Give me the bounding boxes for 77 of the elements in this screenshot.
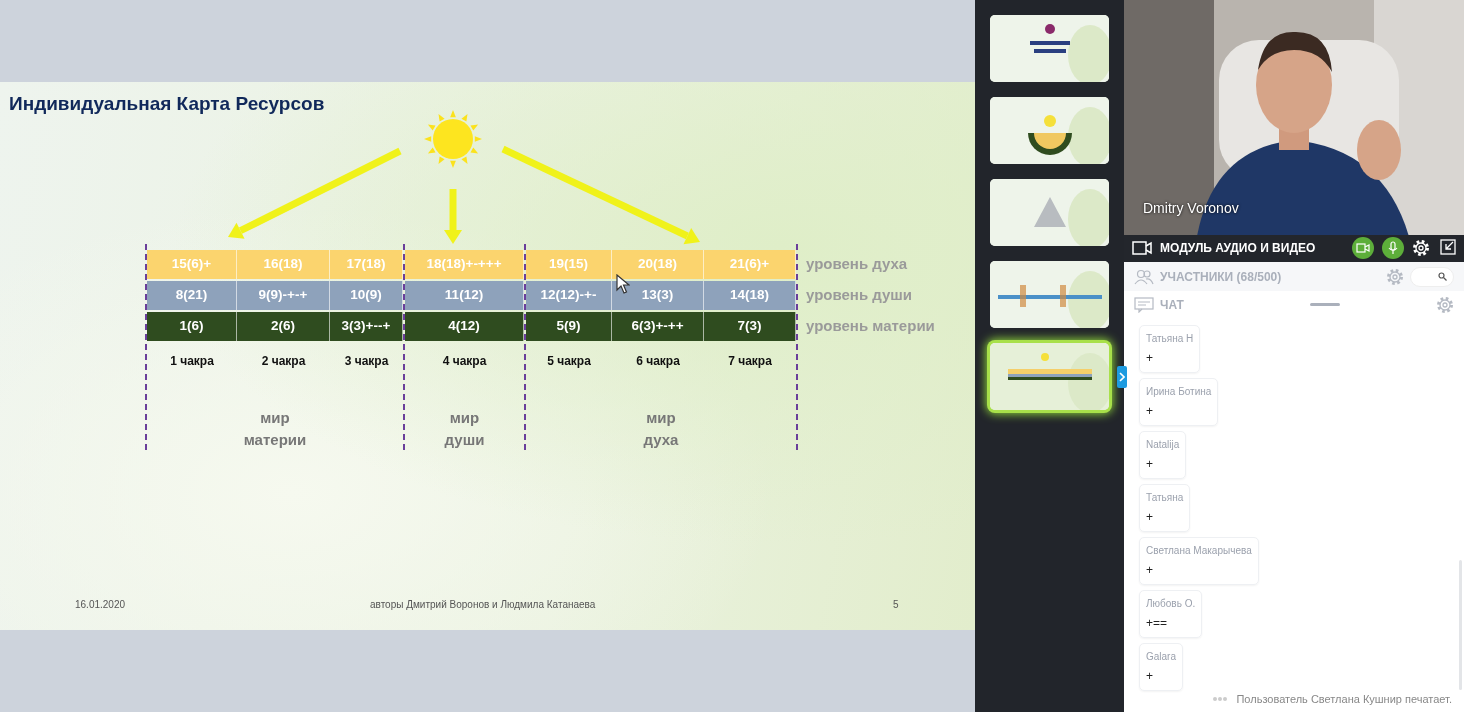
chat-label: ЧАТ bbox=[1160, 296, 1184, 314]
video-camera-icon bbox=[1132, 241, 1152, 256]
world-label: мир материи bbox=[243, 407, 307, 450]
world-label: мир духа bbox=[643, 407, 679, 450]
table-cell: 7(3) bbox=[704, 311, 796, 341]
table-cell: 6(3)+-++ bbox=[612, 311, 704, 341]
slide-thumbnail[interactable] bbox=[990, 343, 1109, 410]
row-label: уровень духа bbox=[806, 253, 909, 274]
chakra-label: 5 чакра bbox=[547, 352, 591, 370]
message-author: Galara bbox=[1146, 649, 1176, 664]
table-cell: 19(15) bbox=[526, 249, 612, 279]
typing-icon bbox=[1212, 695, 1229, 702]
table-cell: 4(12) bbox=[405, 311, 524, 341]
drag-handle[interactable] bbox=[1309, 303, 1340, 307]
module-title: МОДУЛЬ АУДИО И ВИДЕО bbox=[1160, 240, 1317, 258]
table-cell: 14(18) bbox=[704, 280, 796, 310]
table-cell: 1(6) bbox=[147, 311, 237, 341]
message-author: Natalija bbox=[1146, 437, 1180, 452]
chakra-label: 6 чакра bbox=[636, 352, 680, 370]
minimize-icon[interactable] bbox=[1438, 239, 1456, 258]
message-author: Светлана Макарычева bbox=[1146, 543, 1252, 558]
page-number: 5 bbox=[893, 598, 899, 612]
search-icon bbox=[1438, 272, 1447, 282]
message-author: Ирина Ботина bbox=[1146, 384, 1212, 399]
table-cell: 5(9) bbox=[526, 311, 612, 341]
video-camera-icon bbox=[1356, 243, 1370, 254]
slide-footer: авторы Дмитрий Воронов и Людмила Катанаева bbox=[370, 597, 596, 612]
microphone-icon bbox=[1388, 241, 1398, 256]
table-cell: 16(18) bbox=[237, 249, 330, 279]
table-cell: 2(6) bbox=[237, 311, 330, 341]
message-text: + bbox=[1146, 402, 1154, 420]
slide-thumbnail[interactable] bbox=[990, 15, 1109, 82]
table-cell: 20(18) bbox=[612, 249, 704, 279]
slide-thumbnail[interactable] bbox=[990, 179, 1109, 246]
slide-thumbnail[interactable] bbox=[990, 97, 1109, 164]
message-text: + bbox=[1146, 455, 1154, 473]
sun-icon bbox=[424, 110, 482, 168]
message-text: + bbox=[1146, 561, 1154, 579]
table-cell: 11(12) bbox=[405, 280, 524, 310]
message-author: Татьяна bbox=[1146, 490, 1184, 505]
speaker-name: Dmitry Voronov bbox=[1143, 198, 1239, 218]
table-cell: 10(9) bbox=[330, 280, 403, 310]
message-text: + bbox=[1146, 349, 1154, 367]
message-author: Любовь О. bbox=[1146, 596, 1196, 611]
chakra-label: 2 чакра bbox=[261, 352, 306, 370]
typing-status: Пользователь Светлана Кушнир печатает. bbox=[1236, 691, 1452, 707]
expand-button[interactable] bbox=[1117, 366, 1127, 388]
table-cell: 3(3)+--+ bbox=[330, 311, 403, 341]
chakra-label: 1 чакра bbox=[170, 352, 214, 370]
cursor-icon bbox=[616, 274, 630, 294]
table-cell: 21(6)+ bbox=[704, 249, 796, 279]
table-cell: 8(21) bbox=[147, 280, 237, 310]
table-cell: 12(12)-+- bbox=[526, 280, 612, 310]
chakra-label: 3 чакра bbox=[344, 352, 389, 370]
table-cell: 15(6)+ bbox=[147, 249, 237, 279]
world-label: мир души bbox=[444, 407, 485, 450]
slide-date: 16.01.2020 bbox=[75, 598, 126, 612]
camera-button[interactable] bbox=[1352, 237, 1374, 260]
message-text: +== bbox=[1146, 614, 1169, 632]
table-cell: 13(3) bbox=[612, 280, 704, 310]
message-author: Татьяна Н bbox=[1146, 331, 1194, 346]
row-label: уровень души bbox=[806, 284, 914, 305]
chat-icon bbox=[1134, 296, 1154, 313]
table-cell: 9(9)-+-+ bbox=[237, 280, 330, 310]
message-text: + bbox=[1146, 667, 1154, 685]
search-field[interactable] bbox=[1410, 266, 1454, 287]
row-label: уровень материи bbox=[806, 315, 935, 336]
message-text: + bbox=[1146, 508, 1154, 526]
slide-title: Индивидуальная Карта Ресурсов bbox=[9, 92, 325, 116]
participants-icon bbox=[1134, 268, 1154, 285]
chevron-icon bbox=[1119, 372, 1125, 382]
microphone-button[interactable] bbox=[1382, 237, 1404, 260]
slide-thumbnail[interactable] bbox=[990, 261, 1109, 328]
chakra-label: 7 чакра bbox=[728, 352, 772, 370]
table-cell: 17(18) bbox=[330, 249, 403, 279]
chakra-label: 4 чакра bbox=[442, 352, 487, 370]
table-cell: 18(18)+-+++ bbox=[405, 249, 524, 279]
